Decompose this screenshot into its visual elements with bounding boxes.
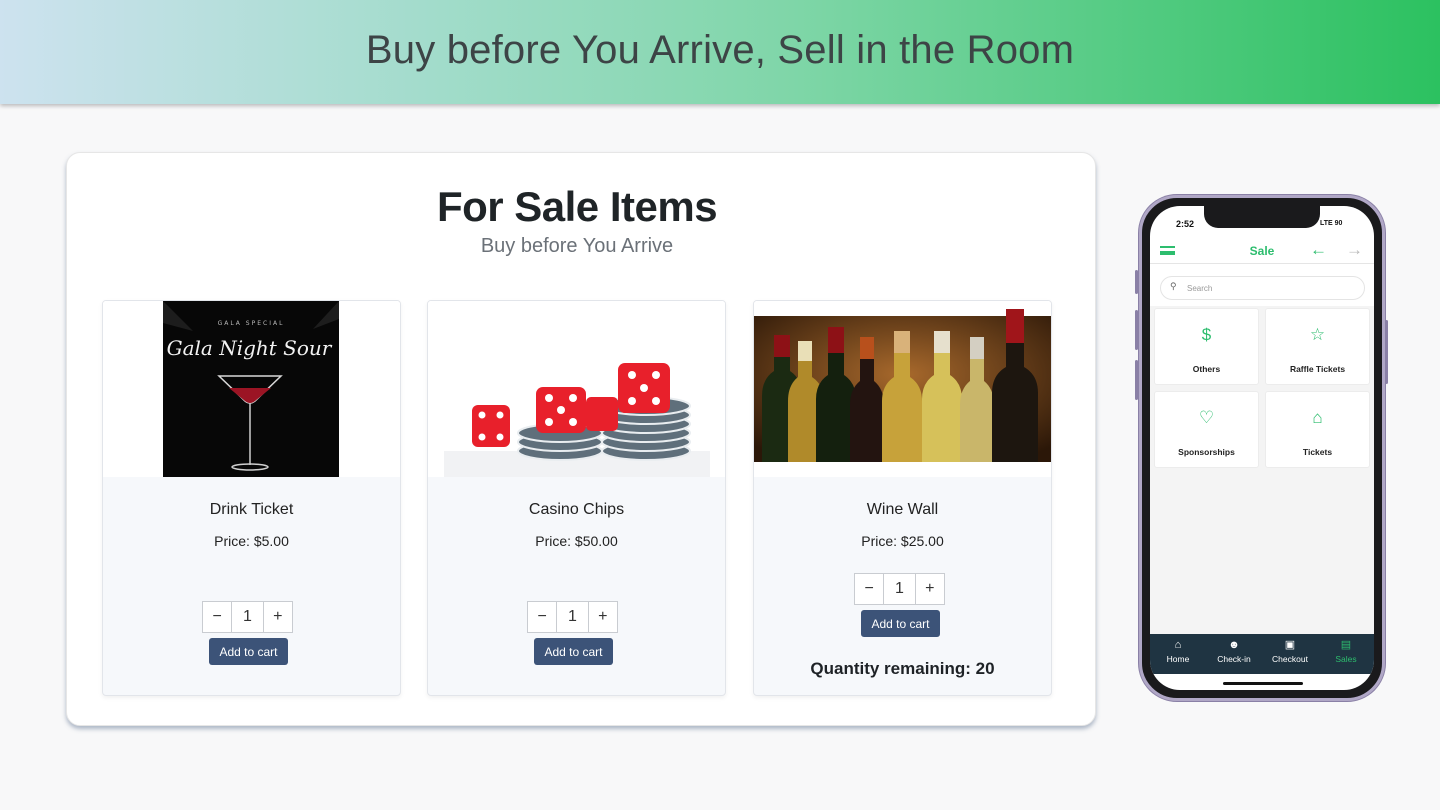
tab-sales[interactable]: ▤ Sales (1318, 639, 1374, 664)
tile-others[interactable]: $ Others (1154, 308, 1259, 385)
for-sale-panel: For Sale Items Buy before You Arrive GAL… (66, 152, 1096, 726)
product-price: Price: $5.00 (214, 533, 289, 549)
drink-image-caption: Gala Night Sour (167, 336, 333, 360)
panel-subtitle: Buy before You Arrive (480, 235, 674, 257)
add-to-cart-button[interactable]: Add to cart (861, 610, 940, 637)
phone-screen: 2:52 LTE 90 Sale ← → ⚲ Search $ Others ☆… (1150, 206, 1374, 690)
header-banner: Buy before You Arrive, Sell in the Room (0, 0, 1440, 104)
status-indicators: LTE 90 (1320, 220, 1343, 227)
phone-notch (1204, 206, 1320, 228)
decrement-button[interactable]: − (528, 602, 556, 632)
product-card-drink-ticket: GALA SPECIAL Gala Night Sour Drink Ticke… (102, 300, 401, 696)
stadium-icon: ⌂ (1312, 408, 1323, 427)
tile-label: Sponsorships (1178, 447, 1235, 457)
quantity-stepper: − 1 + (527, 601, 618, 633)
tile-raffle-tickets[interactable]: ☆ Raffle Tickets (1265, 308, 1370, 385)
panel-title: For Sale Items (436, 183, 718, 230)
increment-button[interactable]: + (264, 602, 292, 632)
tile-tickets[interactable]: ⌂ Tickets (1265, 391, 1370, 468)
add-to-cart-button[interactable]: Add to cart (534, 638, 613, 665)
tab-label: Check-in (1217, 654, 1251, 664)
tile-label: Raffle Tickets (1289, 364, 1346, 374)
bottom-tab-bar: ⌂ Home ☻ Check-in ▣ Checkout ▤ Sales (1150, 634, 1374, 674)
increment-button[interactable]: + (916, 574, 944, 604)
home-icon: ⌂ (1174, 639, 1182, 651)
tab-label: Sales (1335, 654, 1357, 664)
casino-chips-image (428, 301, 725, 477)
phone-volume-up (1135, 310, 1138, 350)
product-name: Casino Chips (528, 501, 625, 518)
product-price: Price: $50.00 (535, 533, 618, 549)
quantity-stepper: − 1 + (202, 601, 293, 633)
tab-checkout[interactable]: ▣ Checkout (1262, 639, 1318, 664)
app-nav-bar: Sale ← → (1150, 238, 1374, 264)
app-title: Sale (1249, 244, 1275, 258)
phone-mute-switch (1135, 270, 1138, 294)
quantity-input[interactable]: 1 (556, 602, 589, 632)
user-check-icon: ☻ (1228, 639, 1240, 651)
back-arrow-icon[interactable]: ← (1310, 240, 1327, 260)
wine-wall-image (754, 301, 1051, 477)
tab-home[interactable]: ⌂ Home (1150, 639, 1206, 664)
store-icon: ▤ (1340, 639, 1352, 651)
quantity-input[interactable]: 1 (231, 602, 264, 632)
tab-label: Checkout (1272, 654, 1308, 664)
handshake-icon: ♡ (1198, 408, 1215, 427)
search-input[interactable]: ⚲ Search (1160, 276, 1365, 300)
search-placeholder: Search (1187, 284, 1213, 293)
forward-arrow-icon[interactable]: → (1346, 240, 1363, 260)
increment-button[interactable]: + (589, 602, 617, 632)
product-card-casino-chips: Casino Chips Price: $50.00 − 1 + Add to … (427, 300, 726, 696)
tile-sponsorships[interactable]: ♡ Sponsorships (1154, 391, 1259, 468)
drink-image-caption-top: GALA SPECIAL (218, 320, 285, 327)
tab-check-in[interactable]: ☻ Check-in (1206, 639, 1262, 664)
dollar-icon: $ (1201, 325, 1212, 344)
drink-ticket-image: GALA SPECIAL Gala Night Sour (103, 301, 400, 477)
decrement-button[interactable]: − (855, 574, 883, 604)
quantity-input[interactable]: 1 (883, 574, 916, 604)
status-time: 2:52 (1176, 219, 1195, 229)
cart-icon: ▣ (1284, 639, 1296, 651)
search-icon: ⚲ (1170, 281, 1177, 291)
phone-power-button (1385, 320, 1388, 384)
add-to-cart-button[interactable]: Add to cart (209, 638, 288, 665)
home-indicator (1223, 682, 1303, 685)
tile-label: Others (1192, 364, 1221, 374)
product-name: Wine Wall (866, 501, 939, 518)
phone-volume-down (1135, 360, 1138, 400)
product-name: Drink Ticket (209, 501, 294, 518)
decrement-button[interactable]: − (203, 602, 231, 632)
product-card-wine-wall: Wine Wall Price: $25.00 − 1 + Add to car… (753, 300, 1052, 696)
quantity-remaining: Quantity remaining: 20 (810, 659, 995, 678)
ticket-icon: ☆ (1309, 325, 1326, 344)
banner-title: Buy before You Arrive, Sell in the Room (365, 28, 1075, 72)
phone-mockup: 2:52 LTE 90 Sale ← → ⚲ Search $ Others ☆… (1139, 195, 1385, 701)
tab-label: Home (1166, 654, 1190, 664)
quantity-stepper: − 1 + (854, 573, 945, 605)
tile-label: Tickets (1302, 447, 1333, 457)
product-price: Price: $25.00 (861, 533, 944, 549)
category-area: $ Others ☆ Raffle Tickets ♡ Sponsorships… (1150, 306, 1374, 636)
